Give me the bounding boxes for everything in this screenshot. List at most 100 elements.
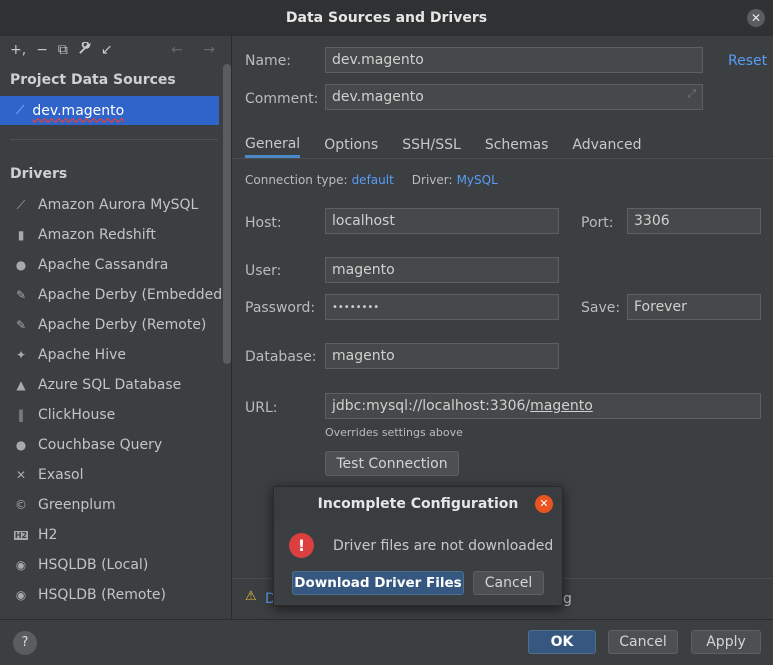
tab-divider <box>233 158 773 159</box>
derby-icon: ✎ <box>15 318 27 332</box>
port-label: Port: <box>581 215 614 231</box>
popup-message: Driver files are not downloaded <box>333 538 554 554</box>
tab-advanced[interactable]: Advanced <box>572 132 641 158</box>
greenplum-icon: © <box>15 498 27 512</box>
tab-general[interactable]: General <box>245 132 301 158</box>
error-icon: ! <box>289 533 314 558</box>
driver-label: Greenplum <box>38 497 116 513</box>
driver-label: Driver: <box>411 173 453 187</box>
password-input[interactable]: •••••••• <box>325 294 559 320</box>
driver-item[interactable]: ▮ Amazon Redshift <box>0 220 231 250</box>
driver-item[interactable]: ◉ HSQLDB (Local) <box>0 550 231 580</box>
duplicate-icon[interactable]: ⧉ <box>58 42 68 58</box>
data-source-item[interactable]: ⟋ dev.magento <box>0 96 219 125</box>
url-label: URL: <box>245 400 278 416</box>
host-label: Host: <box>245 215 282 231</box>
expand-icon[interactable]: ⤢ <box>687 87 696 101</box>
download-driver-files-button[interactable]: Download Driver Files <box>292 571 464 595</box>
driver-item[interactable]: ● Apache Cassandra <box>0 250 231 280</box>
driver-item[interactable]: ⟋ Amazon Aurora MySQL <box>0 190 231 220</box>
driver-item[interactable]: ▲ Azure SQL Database <box>0 370 231 400</box>
connection-type-label: Connection type: <box>245 173 348 187</box>
user-input[interactable]: magento <box>325 257 559 283</box>
close-icon[interactable]: ✕ <box>747 9 765 27</box>
sidebar: +, − ⧉ ↙ ← → Project Data Sources ⟋ dev.… <box>0 36 232 619</box>
aurora-icon: ⟋ <box>16 197 26 212</box>
ok-button[interactable]: OK <box>528 630 596 654</box>
database-label: Database: <box>245 349 317 365</box>
driver-label: Couchbase Query <box>38 437 163 453</box>
sidebar-scrollbar[interactable] <box>223 64 231 364</box>
drivers-list: ⟋ Amazon Aurora MySQL ▮ Amazon Redshift ● A… <box>0 190 231 610</box>
test-connection-button[interactable]: Test Connection <box>325 451 459 476</box>
password-label: Password: <box>245 300 316 316</box>
host-input[interactable]: localhost <box>325 208 559 234</box>
tab-options[interactable]: Options <box>324 132 378 158</box>
driver-item[interactable]: ✎ Apache Derby (Remote) <box>0 310 231 340</box>
driver-label: Amazon Redshift <box>38 227 156 243</box>
import-icon[interactable]: ↙ <box>101 42 113 58</box>
tab-schemas[interactable]: Schemas <box>485 132 549 158</box>
dialog-title: Data Sources and Drivers <box>285 10 488 26</box>
wrench-icon[interactable] <box>78 40 91 59</box>
url-database: magento <box>530 398 593 414</box>
comment-label: Comment: <box>245 91 319 107</box>
driver-label: HSQLDB (Local) <box>38 557 149 573</box>
save-label: Save: <box>581 300 621 316</box>
connection-type-link[interactable]: default <box>352 173 394 187</box>
url-input[interactable]: jdbc:mysql://localhost:3306/magento <box>325 393 761 419</box>
popup-close-icon[interactable]: ✕ <box>535 495 553 513</box>
driver-link[interactable]: MySQL <box>457 173 498 187</box>
driver-label: Exasol <box>38 467 84 483</box>
help-icon[interactable]: ? <box>13 631 37 655</box>
driver-item[interactable]: ✦ Apache Hive <box>0 340 231 370</box>
popup-title: Incomplete Configuration <box>274 487 562 521</box>
exasol-icon: ✕ <box>15 468 27 482</box>
comment-input[interactable]: dev.magento ⤢ <box>325 84 703 110</box>
name-label: Name: <box>245 53 292 69</box>
url-prefix: jdbc:mysql://localhost:3306/ <box>332 398 531 414</box>
cancel-button[interactable]: Cancel <box>608 630 678 654</box>
derby-icon: ✎ <box>15 288 27 302</box>
driver-label: Apache Derby (Embedded) <box>38 287 228 303</box>
tab-ssh-ssl[interactable]: SSH/SSL <box>402 132 461 158</box>
driver-item[interactable]: ● Couchbase Query <box>0 430 231 460</box>
driver-item[interactable]: ✎ Apache Derby (Embedded) <box>0 280 231 310</box>
dialog-titlebar: Data Sources and Drivers ✕ <box>0 0 773 36</box>
driver-item[interactable]: ‖ ClickHouse <box>0 400 231 430</box>
h2-icon: H2 <box>14 530 28 540</box>
port-input[interactable]: 3306 <box>627 208 761 234</box>
url-hint: Overrides settings above <box>325 426 463 439</box>
name-input[interactable]: dev.magento <box>325 47 703 73</box>
hsqldb-icon: ◉ <box>15 588 27 602</box>
apply-button[interactable]: Apply <box>691 630 761 654</box>
connection-info: Connection type: default Driver: MySQL <box>245 173 498 187</box>
cassandra-icon: ● <box>15 258 27 272</box>
driver-label: Apache Derby (Remote) <box>38 317 207 333</box>
project-data-sources-title: Project Data Sources <box>10 72 176 88</box>
mysql-icon: ⟋ <box>16 103 25 117</box>
couchbase-icon: ● <box>15 438 27 452</box>
warning-icon: ⚠ <box>245 589 257 604</box>
warning-text-tail: g <box>563 591 572 607</box>
remove-icon[interactable]: − <box>36 42 48 58</box>
driver-label: HSQLDB (Remote) <box>38 587 167 603</box>
user-label: User: <box>245 263 282 279</box>
incomplete-config-popup: Incomplete Configuration ✕ ! Driver file… <box>273 486 563 606</box>
driver-item[interactable]: ✕ Exasol <box>0 460 231 490</box>
drivers-title: Drivers <box>10 166 68 182</box>
add-icon[interactable]: +, <box>10 42 26 58</box>
database-input[interactable]: magento <box>325 343 559 369</box>
reset-link[interactable]: Reset <box>728 53 767 69</box>
tab-bar: General Options SSH/SSL Schemas Advanced <box>245 132 642 158</box>
popup-cancel-button[interactable]: Cancel <box>473 571 544 595</box>
driver-label: H2 <box>38 527 58 543</box>
driver-label: ClickHouse <box>38 407 116 423</box>
driver-label: Azure SQL Database <box>38 377 182 393</box>
driver-item[interactable]: H2 H2 <box>0 520 231 550</box>
driver-item[interactable]: © Greenplum <box>0 490 231 520</box>
nav-arrows-icon[interactable]: ← → <box>171 42 223 58</box>
driver-item[interactable]: ◉ HSQLDB (Remote) <box>0 580 231 610</box>
azure-icon: ▲ <box>16 378 26 392</box>
save-select[interactable]: Forever <box>627 294 761 320</box>
